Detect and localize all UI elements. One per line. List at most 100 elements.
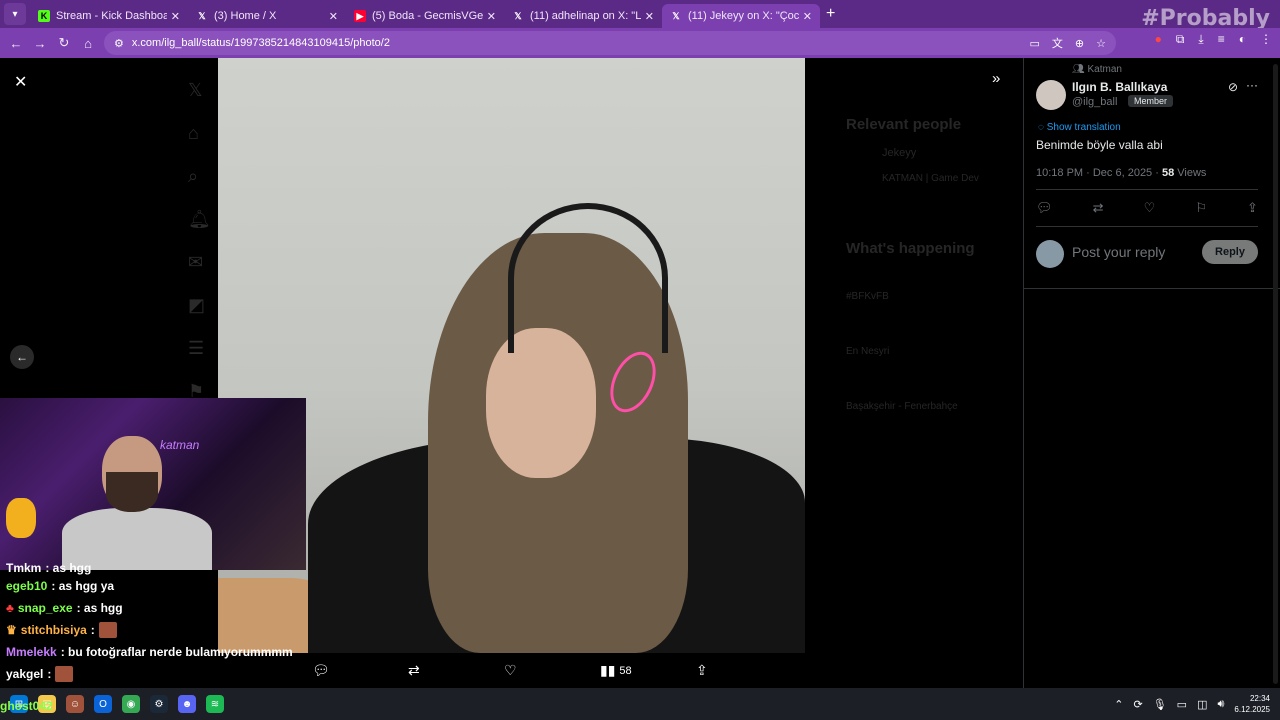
x-icon: 𝕏 bbox=[514, 10, 522, 21]
home-icon[interactable]: ⌂ bbox=[76, 36, 100, 51]
member-badge: Member bbox=[1128, 95, 1174, 107]
display-icon[interactable]: ▭ bbox=[1177, 698, 1187, 711]
reload-icon[interactable]: ↻ bbox=[52, 35, 76, 51]
webcam-overlay: katman bbox=[0, 398, 306, 570]
download-icon[interactable]: ⤓ bbox=[1198, 32, 1203, 47]
chat-user: stitchbisiya bbox=[20, 623, 87, 637]
reply-button[interactable]: Reply bbox=[1202, 240, 1258, 264]
reply-input[interactable]: Post your reply bbox=[1072, 244, 1165, 260]
chat-message: Tmkm : as hgg bbox=[0, 561, 300, 575]
chat-user: egeb10 bbox=[6, 579, 48, 593]
share-icon[interactable]: ⇪ bbox=[1247, 200, 1258, 216]
network-icon[interactable]: ◫ bbox=[1197, 698, 1207, 711]
volume-icon[interactable]: 🔊︎ bbox=[1217, 698, 1224, 711]
chat-message: ♣ snap_exe : as hgg bbox=[0, 597, 300, 619]
expand-panel-icon[interactable]: » bbox=[992, 70, 1000, 87]
chevron-up-icon[interactable]: ⌃ bbox=[1114, 698, 1123, 711]
avatar[interactable] bbox=[1036, 80, 1066, 110]
tab-title: Stream - Kick Dashboard bbox=[56, 10, 167, 22]
x-icon: 𝕏 bbox=[198, 10, 206, 21]
profile-avatar[interactable]: ◐ bbox=[1239, 32, 1246, 47]
kick-icon: K bbox=[38, 10, 50, 22]
tab-bar: ▾ K Stream - Kick Dashboard ✕ 𝕏 (3) Home… bbox=[0, 0, 1280, 31]
bookmark-icon[interactable]: ⚐ bbox=[1195, 200, 1207, 216]
author-handle[interactable]: @ilg_ball bbox=[1072, 96, 1117, 108]
grok-nav-icon: ◩ bbox=[188, 295, 206, 315]
site-info-icon[interactable]: ⚙ bbox=[114, 37, 124, 50]
extension-record-icon[interactable]: ● bbox=[1155, 32, 1162, 47]
chrome-icon[interactable]: ◉ bbox=[122, 695, 140, 713]
grok-icon[interactable]: ⊘ bbox=[1228, 80, 1238, 94]
repost-icon[interactable]: ⇄ bbox=[408, 662, 420, 679]
post-photo[interactable] bbox=[218, 58, 805, 653]
extensions-icon[interactable]: ⧉ bbox=[1176, 32, 1185, 47]
previous-photo-button[interactable]: ← bbox=[10, 345, 34, 369]
views-button[interactable]: ▮▮ 58 bbox=[600, 662, 632, 679]
install-icon[interactable]: ▭ bbox=[1030, 37, 1040, 50]
close-tab-icon[interactable]: ✕ bbox=[487, 10, 496, 23]
spotify-icon[interactable]: ≋ bbox=[206, 695, 224, 713]
forward-icon[interactable]: → bbox=[28, 36, 52, 51]
emote-image bbox=[55, 666, 74, 682]
url-input[interactable]: ⚙ x.com/ilg_ball/status/1997385214843109… bbox=[104, 31, 1116, 55]
chat-text: : bbox=[90, 623, 95, 637]
steam-icon[interactable]: ⚙ bbox=[150, 695, 168, 713]
browser-tab-kick[interactable]: K Stream - Kick Dashboard ✕ bbox=[30, 4, 188, 28]
trend-item: #BFKvFB bbox=[846, 291, 889, 302]
browser-tab-x-home[interactable]: 𝕏 (3) Home / X ✕ bbox=[188, 4, 346, 28]
date: 6.12.2025 bbox=[1234, 705, 1270, 714]
chat-username-overlay: ghost042 bbox=[0, 699, 53, 713]
author-name[interactable]: Ilgın B. Ballıkaya bbox=[1072, 80, 1167, 94]
outlook-icon[interactable]: O bbox=[94, 695, 112, 713]
microphone-icon[interactable]: 🎙︎ bbox=[1153, 698, 1167, 711]
clock[interactable]: 22:34 6.12.2025 bbox=[1234, 693, 1270, 715]
x-icon: 𝕏 bbox=[672, 10, 680, 21]
discord-icon[interactable]: ☻ bbox=[178, 695, 196, 713]
browser-tab-youtube[interactable]: ▶ (5) Boda - GecmisVGelecek (Offi ✕ bbox=[346, 4, 504, 28]
like-icon[interactable]: ♡ bbox=[504, 662, 517, 679]
show-translation-link[interactable]: ◌ Show translation bbox=[1038, 122, 1121, 133]
divider bbox=[1036, 226, 1258, 227]
browser-tab-jekeyy[interactable]: 𝕏 (11) Jekeyy on X: "Çocukluğunu ✕ bbox=[662, 4, 820, 28]
chat-message: egeb10 : as hgg ya bbox=[0, 575, 300, 597]
messages-nav-icon: ✉ bbox=[188, 252, 204, 272]
media-icon[interactable]: ≡ bbox=[1218, 32, 1225, 47]
trend-item: En Nesyri bbox=[846, 346, 890, 357]
tab-title: (5) Boda - GecmisVGelecek (Offi bbox=[372, 10, 483, 22]
close-tab-icon[interactable]: ✕ bbox=[329, 10, 338, 23]
relevant-person-name: Jekeyy bbox=[882, 147, 917, 159]
notifications-nav-icon: 🔔︎ bbox=[188, 209, 211, 229]
trend-item: Başakşehir - Fenerbahçe bbox=[846, 401, 958, 412]
repost-icon[interactable]: ⇄ bbox=[1093, 200, 1104, 216]
relevant-person-bio: KATMAN | Game Dev bbox=[882, 173, 979, 184]
app-icon[interactable]: ☺ bbox=[66, 695, 84, 713]
my-avatar[interactable] bbox=[1036, 240, 1064, 268]
chat-overlay: Tmkm : as hgg egeb10 : as hgg ya ♣ snap_… bbox=[0, 561, 300, 685]
chat-message: ♛ stitchbisiya : bbox=[0, 619, 300, 641]
sync-icon[interactable]: ⟳ bbox=[1133, 698, 1142, 711]
post-timestamp[interactable]: 10:18 PM · Dec 6, 2025 · bbox=[1036, 167, 1159, 179]
reply-icon[interactable]: 💬︎ bbox=[1036, 200, 1053, 216]
browser-menu-icon[interactable]: ⋮ bbox=[1260, 32, 1272, 47]
chat-text: : as hgg ya bbox=[51, 579, 115, 593]
close-tab-icon[interactable]: ✕ bbox=[645, 10, 654, 23]
chat-text: : bu fotoğraflar nerde bulamıyorummmm bbox=[60, 645, 293, 659]
share-icon[interactable]: ⇪ bbox=[696, 662, 708, 679]
translate-icon[interactable]: 文 bbox=[1052, 35, 1063, 51]
more-options-icon[interactable]: ··· bbox=[1246, 78, 1258, 92]
new-tab-button[interactable]: + bbox=[826, 5, 835, 23]
relevant-people-heading: Relevant people bbox=[846, 116, 962, 133]
background-sidebar: Relevant people Jekeyy KATMAN | Game Dev… bbox=[846, 58, 1022, 558]
bookmark-star-icon[interactable]: ☆ bbox=[1096, 37, 1106, 50]
zoom-icon[interactable]: ⊕ bbox=[1075, 37, 1084, 50]
reply-icon[interactable]: 💬︎ bbox=[312, 662, 330, 679]
close-icon[interactable]: ✕ bbox=[14, 72, 27, 92]
chat-text: : bbox=[47, 667, 52, 681]
like-icon[interactable]: ♡ bbox=[1144, 200, 1156, 216]
scrollbar[interactable] bbox=[1273, 64, 1278, 684]
browser-tab-adhelinap[interactable]: 𝕏 (11) adhelinap on X: "Looks like ✕ bbox=[504, 4, 662, 28]
tab-search-button[interactable]: ▾ bbox=[4, 3, 26, 25]
close-tab-icon[interactable]: ✕ bbox=[803, 10, 812, 23]
close-tab-icon[interactable]: ✕ bbox=[171, 10, 180, 23]
back-icon[interactable]: ← bbox=[4, 36, 28, 51]
